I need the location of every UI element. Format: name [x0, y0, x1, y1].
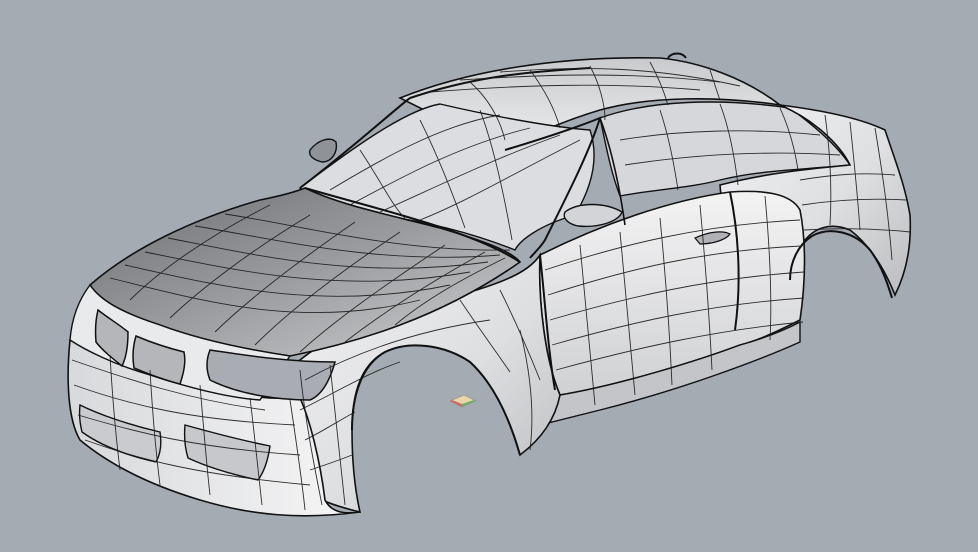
3d-viewport[interactable] [0, 0, 978, 552]
roof-antenna [667, 52, 687, 59]
car-body-shell[interactable] [67, 52, 912, 517]
world-axes-icon [449, 394, 477, 408]
mirror-left [308, 138, 338, 163]
viewport-scene[interactable] [0, 0, 978, 552]
